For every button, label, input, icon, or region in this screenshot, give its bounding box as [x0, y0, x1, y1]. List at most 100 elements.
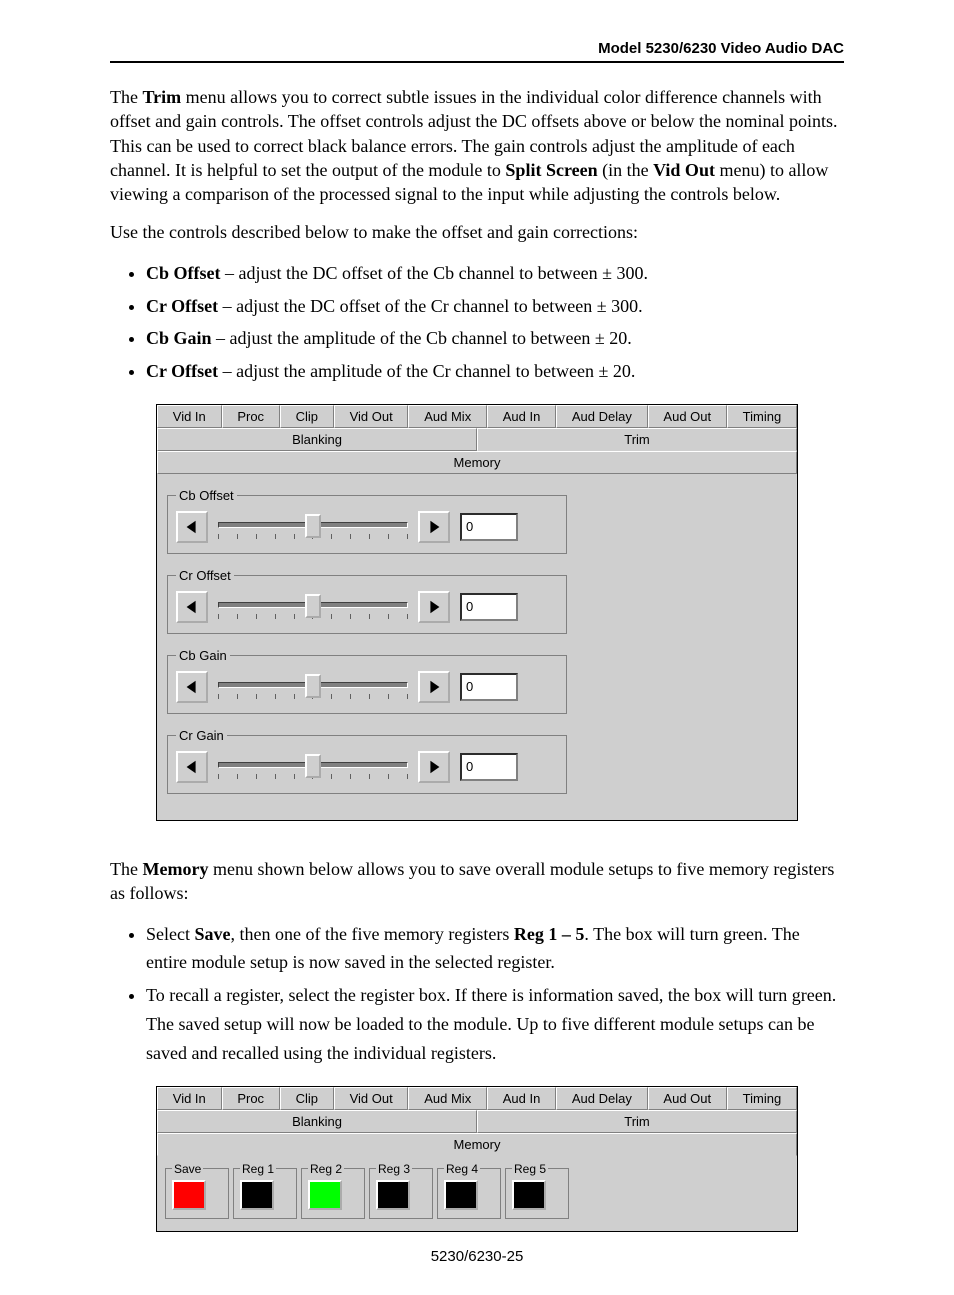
text-bold: Reg 1 – 5: [514, 924, 585, 944]
arrow-right-icon: [425, 598, 443, 616]
reg1-button[interactable]: [240, 1180, 274, 1210]
memory-screenshot: Vid In Proc Clip Vid Out Aud Mix Aud In …: [156, 1086, 798, 1232]
group-label: Cb Offset: [176, 488, 237, 503]
group-label: Reg 3: [376, 1162, 412, 1176]
list-item: Cr Offset – adjust the amplitude of the …: [146, 357, 844, 386]
reg5-group: Reg 5: [505, 1162, 569, 1219]
decrement-button[interactable]: [176, 751, 208, 783]
tab-memory[interactable]: Memory: [157, 1133, 797, 1156]
group-label: Reg 1: [240, 1162, 276, 1176]
text-bold: Cr Offset: [146, 361, 218, 381]
tab-trim[interactable]: Trim: [477, 428, 797, 451]
tab-row-2: Blanking Trim Memory: [157, 428, 797, 474]
tab-row-1: Vid In Proc Clip Vid Out Aud Mix Aud In …: [157, 1087, 797, 1110]
cb-offset-slider[interactable]: [218, 514, 408, 539]
tab-aud-mix[interactable]: Aud Mix: [408, 405, 487, 428]
tab-memory[interactable]: Memory: [157, 451, 797, 474]
text-bold: Cr Offset: [146, 296, 218, 316]
text: – adjust the DC offset of the Cr channel…: [218, 296, 642, 316]
reg4-group: Reg 4: [437, 1162, 501, 1219]
arrow-right-icon: [425, 758, 443, 776]
tab-vid-out[interactable]: Vid Out: [334, 405, 409, 428]
text-bold: Vid Out: [653, 160, 715, 180]
text-bold: Split Screen: [505, 160, 597, 180]
text: The: [110, 87, 142, 107]
tab-timing[interactable]: Timing: [727, 405, 797, 428]
cr-offset-slider[interactable]: [218, 594, 408, 619]
reg2-group: Reg 2: [301, 1162, 365, 1219]
memory-panel-body: Save Reg 1 Reg 2 Reg 3 Reg 4 Reg 5: [157, 1156, 797, 1231]
save-button[interactable]: [172, 1180, 206, 1210]
tab-aud-in[interactable]: Aud In: [487, 405, 556, 428]
decrement-button[interactable]: [176, 591, 208, 623]
tab-vid-out[interactable]: Vid Out: [334, 1087, 409, 1110]
tab-proc[interactable]: Proc: [222, 1087, 280, 1110]
decrement-button[interactable]: [176, 671, 208, 703]
trim-bullet-list: Cb Offset – adjust the DC offset of the …: [146, 259, 844, 386]
increment-button[interactable]: [418, 511, 450, 543]
page-footer: 5230/6230-25: [110, 1248, 844, 1265]
cb-offset-value[interactable]: [460, 513, 518, 541]
increment-button[interactable]: [418, 751, 450, 783]
tab-timing[interactable]: Timing: [727, 1087, 797, 1110]
text-bold: Save: [194, 924, 230, 944]
arrow-right-icon: [425, 518, 443, 536]
tab-trim[interactable]: Trim: [477, 1110, 797, 1133]
list-item: Cb Offset – adjust the DC offset of the …: [146, 259, 844, 288]
decrement-button[interactable]: [176, 511, 208, 543]
text: , then one of the five memory registers: [230, 924, 513, 944]
list-item: To recall a register, select the registe…: [146, 981, 844, 1067]
group-label: Reg 2: [308, 1162, 344, 1176]
text-bold: Cb Offset: [146, 263, 221, 283]
tab-aud-in[interactable]: Aud In: [487, 1087, 556, 1110]
tab-proc[interactable]: Proc: [222, 405, 280, 428]
tab-clip[interactable]: Clip: [280, 1087, 334, 1110]
tab-blanking[interactable]: Blanking: [157, 428, 477, 451]
cr-gain-value[interactable]: [460, 753, 518, 781]
arrow-left-icon: [183, 518, 201, 536]
arrow-left-icon: [183, 598, 201, 616]
text: menu shown below allows you to save over…: [110, 859, 834, 903]
reg4-button[interactable]: [444, 1180, 478, 1210]
cr-gain-slider[interactable]: [218, 754, 408, 779]
tab-blanking[interactable]: Blanking: [157, 1110, 477, 1133]
cr-offset-value[interactable]: [460, 593, 518, 621]
tab-aud-mix[interactable]: Aud Mix: [408, 1087, 487, 1110]
group-label: Save: [172, 1162, 203, 1176]
group-label: Reg 5: [512, 1162, 548, 1176]
cb-offset-group: Cb Offset: [167, 488, 567, 554]
tab-vid-in[interactable]: Vid In: [157, 1087, 222, 1110]
reg5-button[interactable]: [512, 1180, 546, 1210]
tab-aud-out[interactable]: Aud Out: [648, 1087, 727, 1110]
reg3-button[interactable]: [376, 1180, 410, 1210]
list-item: Cr Offset – adjust the DC offset of the …: [146, 292, 844, 321]
text: (in the: [598, 160, 654, 180]
increment-button[interactable]: [418, 591, 450, 623]
group-label: Reg 4: [444, 1162, 480, 1176]
cb-gain-slider[interactable]: [218, 674, 408, 699]
arrow-right-icon: [425, 678, 443, 696]
header-rule: [110, 61, 844, 63]
text-bold: Memory: [142, 859, 208, 879]
memory-intro-paragraph: The Memory menu shown below allows you t…: [110, 857, 844, 906]
group-label: Cb Gain: [176, 648, 230, 663]
tab-aud-delay[interactable]: Aud Delay: [556, 1087, 648, 1110]
reg2-button[interactable]: [308, 1180, 342, 1210]
trim-use-paragraph: Use the controls described below to make…: [110, 220, 844, 244]
cb-gain-value[interactable]: [460, 673, 518, 701]
increment-button[interactable]: [418, 671, 450, 703]
reg1-group: Reg 1: [233, 1162, 297, 1219]
tab-aud-delay[interactable]: Aud Delay: [556, 405, 648, 428]
reg3-group: Reg 3: [369, 1162, 433, 1219]
group-label: Cr Gain: [176, 728, 227, 743]
tab-vid-in[interactable]: Vid In: [157, 405, 222, 428]
text-bold: Cb Gain: [146, 328, 212, 348]
text: – adjust the amplitude of the Cb channel…: [212, 328, 632, 348]
tab-clip[interactable]: Clip: [280, 405, 334, 428]
text: – adjust the DC offset of the Cb channel…: [221, 263, 648, 283]
memory-bullet-list: Select Save, then one of the five memory…: [146, 920, 844, 1068]
tab-aud-out[interactable]: Aud Out: [648, 405, 727, 428]
tab-row-1: Vid In Proc Clip Vid Out Aud Mix Aud In …: [157, 405, 797, 428]
text-bold: Trim: [142, 87, 181, 107]
cr-offset-group: Cr Offset: [167, 568, 567, 634]
